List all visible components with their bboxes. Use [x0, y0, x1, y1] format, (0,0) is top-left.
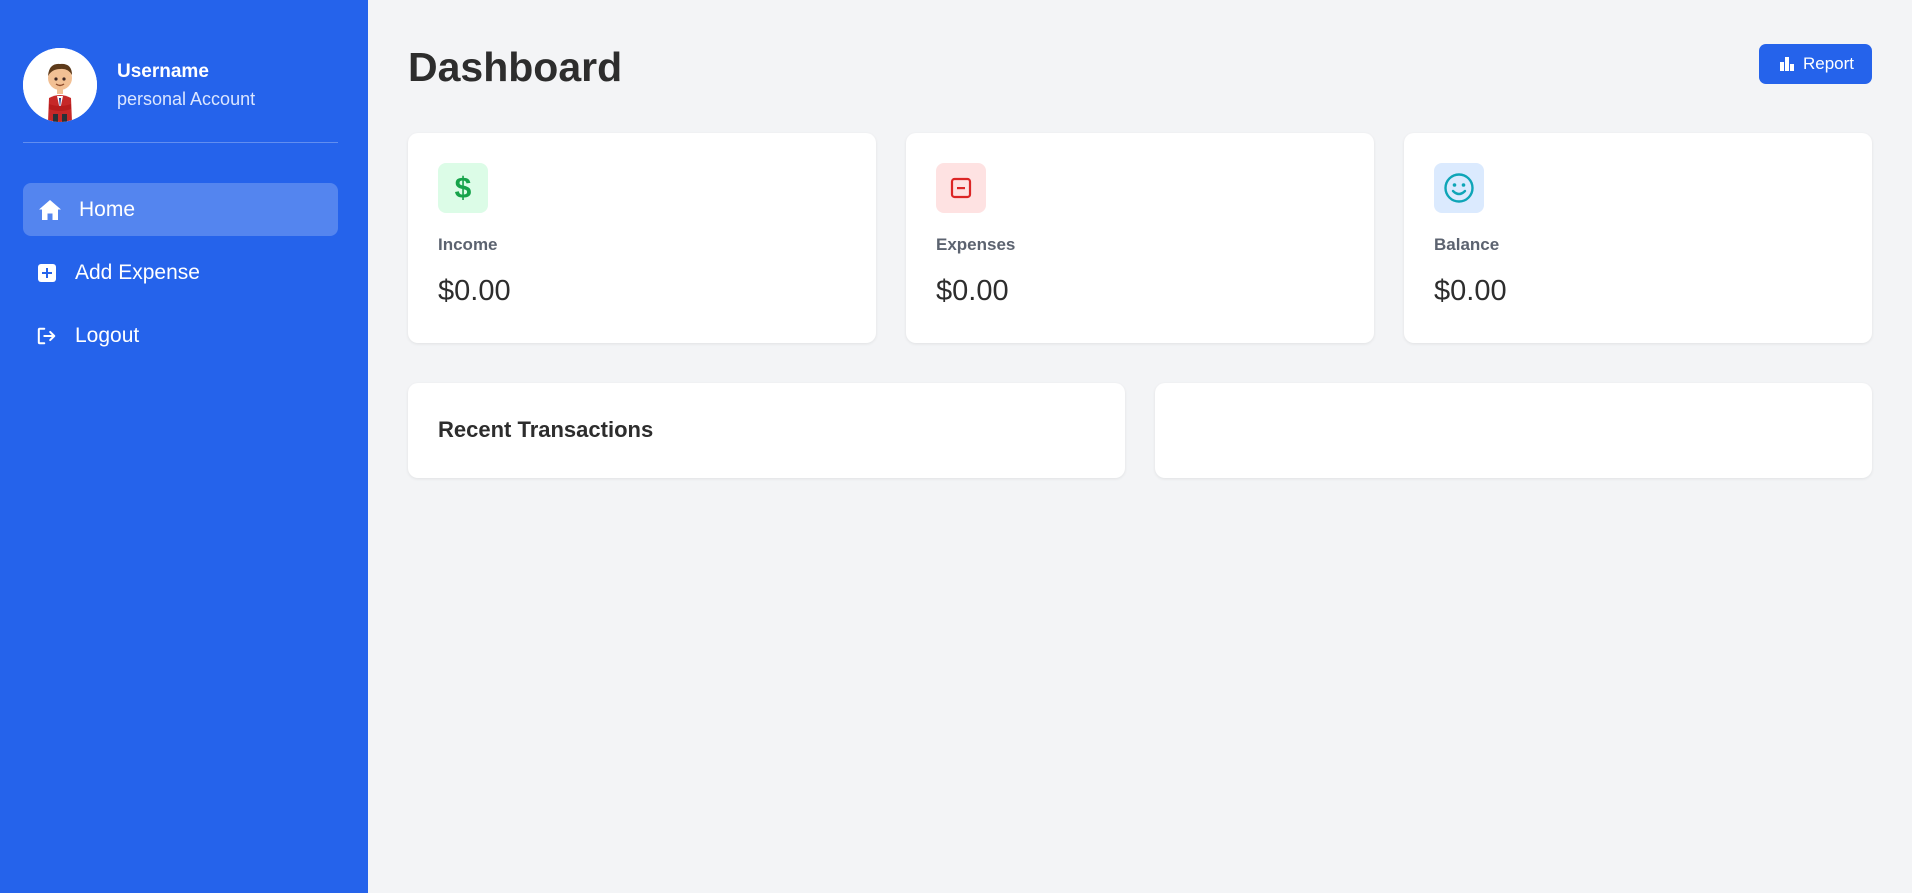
- income-card: $ Income $0.00: [408, 133, 876, 343]
- report-button[interactable]: Report: [1758, 44, 1872, 84]
- minus-square-icon: [936, 163, 986, 213]
- sidebar-item-label: Logout: [75, 323, 140, 347]
- sidebar: Username personal Account Home Add Expen…: [0, 0, 368, 893]
- profile-section: Username personal Account: [23, 48, 338, 143]
- card-label: Balance: [1434, 235, 1500, 254]
- sidebar-item-label: Add Expense: [75, 260, 200, 284]
- sidebar-item-home[interactable]: Home: [23, 183, 338, 236]
- card-value: $0.00: [936, 275, 1009, 307]
- panel-title: Recent Transactions: [438, 417, 654, 442]
- card-label: Income: [438, 235, 498, 254]
- home-icon: [37, 197, 63, 223]
- svg-text:$: $: [455, 172, 472, 204]
- avatar: [23, 48, 97, 122]
- sidebar-item-add-expense[interactable]: Add Expense: [23, 246, 338, 299]
- username: Username: [117, 60, 209, 82]
- sidebar-item-label: Home: [79, 197, 136, 221]
- logout-icon: [37, 323, 57, 349]
- main-content: Dashboard Report $ Income $0.00 Expenses…: [368, 0, 1912, 893]
- card-value: $0.00: [438, 275, 511, 307]
- avatar-image: [23, 48, 97, 122]
- bottom-panels: Recent Transactions: [408, 383, 1872, 478]
- recent-transactions-panel: Recent Transactions: [408, 383, 1125, 478]
- card-label: Expenses: [936, 235, 1016, 254]
- summary-cards: $ Income $0.00 Expenses $0.00 Balance $0…: [408, 133, 1872, 343]
- top-bar: Dashboard Report: [408, 40, 1872, 91]
- balance-card: Balance $0.00: [1404, 133, 1872, 343]
- report-button-label: Report: [1802, 54, 1854, 73]
- sidebar-item-logout[interactable]: Logout: [23, 309, 338, 362]
- account-type: personal Account: [117, 88, 256, 109]
- bar-chart-icon: [1779, 56, 1795, 72]
- card-value: $0.00: [1434, 275, 1507, 307]
- sidebar-nav: Home Add Expense Logout: [23, 183, 338, 362]
- dollar-icon: $: [438, 163, 488, 213]
- smile-icon: [1434, 163, 1484, 213]
- chart-panel: [1155, 383, 1872, 478]
- plus-square-icon: [37, 260, 57, 286]
- page-title: Dashboard: [408, 44, 623, 90]
- expenses-card: Expenses $0.00: [906, 133, 1374, 343]
